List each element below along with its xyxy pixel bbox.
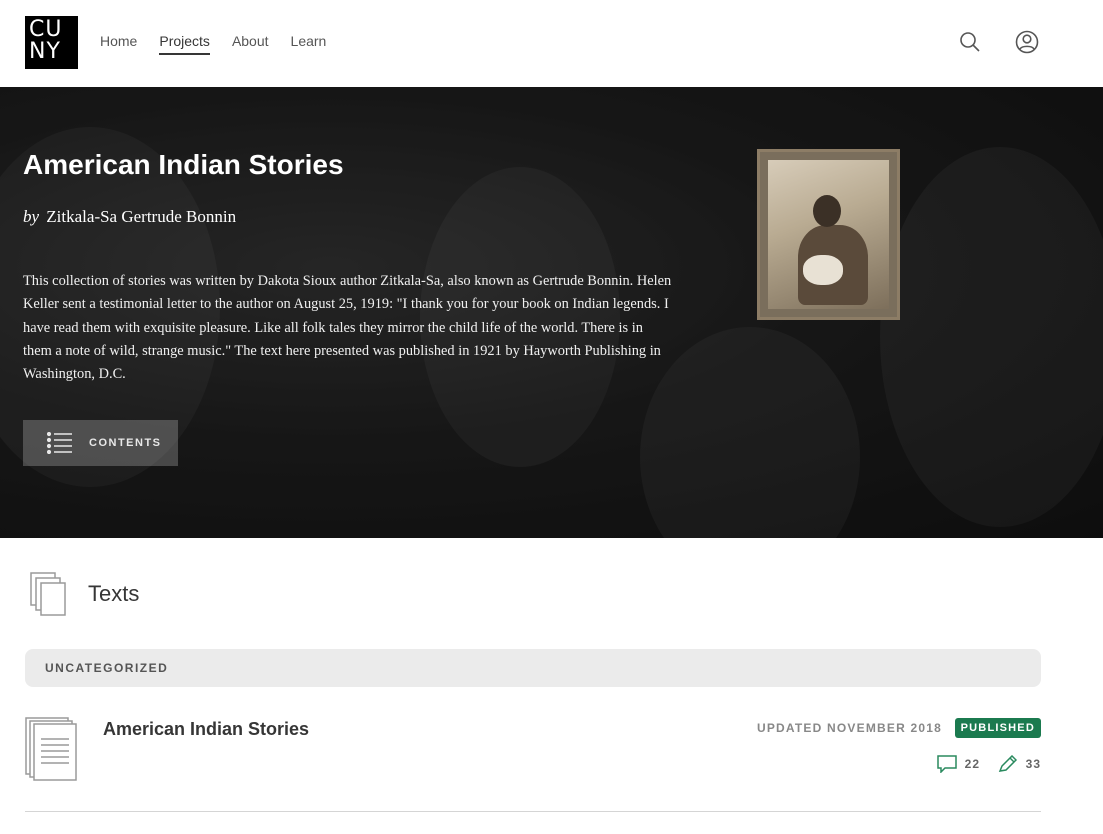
cover-figure-head	[813, 195, 841, 227]
search-icon[interactable]	[958, 30, 982, 54]
annotations-count[interactable]: 33	[998, 755, 1041, 773]
texts-icon	[30, 572, 66, 616]
text-updated-date: UPDATED NOVEMBER 2018	[756, 721, 942, 735]
pencil-icon	[998, 755, 1017, 772]
site-header: CU NY Home Projects About Learn	[0, 0, 1103, 87]
category-header: UNCATEGORIZED	[25, 649, 1041, 687]
contents-button[interactable]: CONTENTS	[23, 420, 178, 466]
user-icon[interactable]	[1015, 30, 1039, 54]
comments-count[interactable]: 22	[936, 755, 980, 773]
text-document-icon	[25, 717, 77, 781]
list-icon	[47, 432, 72, 454]
category-label: UNCATEGORIZED	[45, 661, 169, 675]
comment-icon	[936, 755, 957, 773]
cuny-logo[interactable]: CU NY	[25, 16, 78, 69]
project-description: This collection of stories was written b…	[23, 273, 672, 383]
cover-figure-dress	[803, 255, 843, 285]
contents-label: CONTENTS	[89, 437, 162, 449]
cover-photo	[768, 160, 889, 309]
published-badge: PUBLISHED	[954, 718, 1041, 738]
logo-line-2: NY	[29, 39, 61, 64]
nav-home[interactable]: Home	[100, 33, 137, 55]
comments-value: 22	[964, 757, 980, 771]
nav-about[interactable]: About	[232, 33, 269, 55]
nav-projects[interactable]: Projects	[159, 33, 210, 55]
byline-prefix: by	[23, 207, 40, 226]
project-hero: American Indian Stories by Zitkala-Sa Ge…	[0, 87, 1103, 538]
nav-learn[interactable]: Learn	[291, 33, 327, 55]
annotations-value: 33	[1025, 757, 1041, 771]
cover-image	[757, 149, 900, 320]
logo-line-1: CU	[29, 17, 63, 42]
text-title[interactable]: American Indian Stories	[103, 719, 309, 740]
project-title: American Indian Stories	[23, 149, 344, 180]
project-byline: by Zitkala-Sa Gertrude Bonnin	[23, 207, 236, 227]
texts-section-header: Texts	[30, 572, 139, 616]
text-list-item[interactable]: American Indian Stories UPDATED NOVEMBER…	[25, 715, 1041, 812]
main-nav: Home Projects About Learn	[100, 33, 326, 55]
project-author[interactable]: Zitkala-Sa Gertrude Bonnin	[46, 207, 236, 226]
texts-heading: Texts	[88, 581, 140, 606]
